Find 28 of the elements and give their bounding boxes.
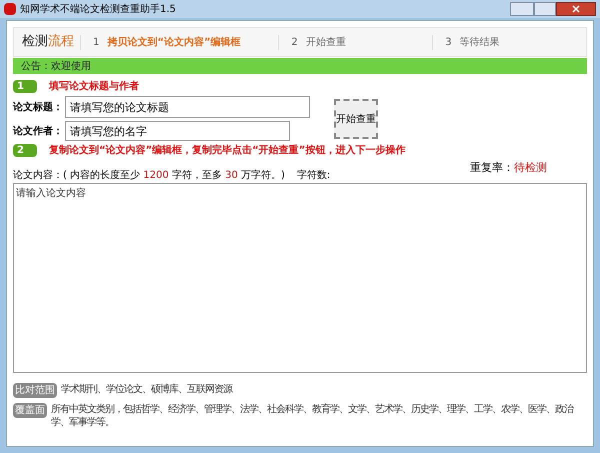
range-text: 所有中英文类别，包括哲学、经济学、管理学、法学、社会科学、教育学、文学、艺术学、历史学、理学、工学、农学、医学、政治学、军事学等。 [51, 402, 574, 428]
step-heading: 复制论文到“论文内容”编辑框，复制完毕点击“开始查重”按钮，进入下一步操作 [49, 143, 406, 158]
flow-title: 检测流程 [21, 33, 75, 52]
range-text: 学术期刊、学位论文、硕博库、互联网资源 [61, 382, 232, 396]
notice-bar: 公告：欢迎使用 [13, 58, 587, 74]
window-title: 知网学术不端论文检测查重助手1.5 [20, 2, 176, 16]
range-tag: 比对范围 [13, 382, 57, 398]
content-field[interactable]: 请输入论文内容 [13, 182, 587, 372]
content-hint: 论文内容：( 内容的长度至少 1200 字符，至多 30 万字符。) [13, 168, 285, 182]
flow-step[interactable]: 1 拷贝论文到“论文内容”编辑框 [80, 34, 278, 50]
field-label: 论文标题： [13, 100, 64, 114]
close-icon [572, 5, 580, 13]
step-badge: 1 [13, 80, 37, 93]
close-button[interactable] [556, 2, 596, 16]
flow-step[interactable]: 3 等待结果 [432, 34, 586, 50]
char-count-label: 字符数: [296, 168, 330, 182]
start-check-button[interactable]: 开始查重 [334, 99, 378, 139]
title-field[interactable]: 请填写您的论文标题 [65, 96, 310, 118]
field-label: 论文作者： [13, 124, 64, 138]
step-heading: 填写论文标题与作者 [49, 80, 139, 94]
range-tag: 覆盖面 [13, 402, 47, 418]
author-field[interactable]: 请填写您的名字 [65, 121, 290, 141]
app-logo-icon [4, 3, 16, 15]
minimize-button[interactable] [510, 2, 534, 16]
flow-step[interactable]: 2 开始查重 [278, 34, 432, 50]
step-badge: 2 [13, 144, 37, 157]
maximize-button[interactable] [534, 2, 556, 16]
repeat-rate: 重复率：待检测 [470, 160, 547, 176]
